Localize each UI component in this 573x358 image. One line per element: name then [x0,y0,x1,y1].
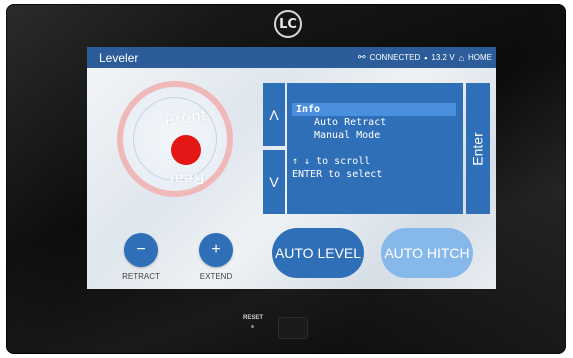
tablet-bezel: LC Leveler ⚯ CONNECTED ▪ 13.2 V ⌂ HOME F… [6,4,566,354]
enter-label: Enter [470,131,486,166]
retract-label: RETRACT [122,272,160,281]
level-bubble [171,135,201,165]
level-indicator: Front Rear [117,81,233,197]
menu-up-button[interactable]: Λ [263,83,285,146]
home-link[interactable]: HOME [468,53,492,62]
display-screen: Leveler ⚯ CONNECTED ▪ 13.2 V ⌂ HOME Fron… [87,47,496,289]
reset-label: RESET [243,315,264,321]
connection-icon: ⚯ [358,52,366,62]
connection-status: CONNECTED [369,53,421,62]
menu-item-auto-retract[interactable]: Auto Retract [292,116,386,129]
menu-down-button[interactable]: V [263,150,285,214]
rear-label: Rear [167,170,205,187]
light-sensor [278,317,308,339]
menu-hint-scroll: ↑ ↓ to scroll [292,156,371,167]
page-title: Leveler [99,51,139,65]
extend-button[interactable]: + [199,233,233,267]
home-icon[interactable]: ⌂ [459,53,464,63]
menu-hint-select: ENTER to select [292,169,383,180]
menu-item-manual-mode[interactable]: Manual Mode [292,129,380,142]
menu-item-info[interactable]: Info [292,103,456,116]
extend-label: EXTEND [199,272,233,281]
status-area: ⚯ CONNECTED ▪ 13.2 V ⌂ HOME [358,52,492,63]
enter-button[interactable]: Enter [466,83,490,214]
top-bar: Leveler ⚯ CONNECTED ▪ 13.2 V ⌂ HOME [87,47,496,68]
level-inner-ring: Front Rear [133,97,217,187]
brand-logo: LC [274,10,302,38]
menu-panel: Info Auto Retract Manual Mode ↑ ↓ to scr… [287,83,463,214]
auto-hitch-button[interactable]: AUTO HITCH [381,228,473,278]
retract-button[interactable]: − [124,233,158,267]
reset-pinhole[interactable] [251,325,254,328]
front-label: Front [163,107,209,130]
auto-level-button[interactable]: AUTO LEVEL [272,228,364,278]
voltage-readout: 13.2 V [431,53,455,62]
battery-icon: ▪ [424,52,428,63]
